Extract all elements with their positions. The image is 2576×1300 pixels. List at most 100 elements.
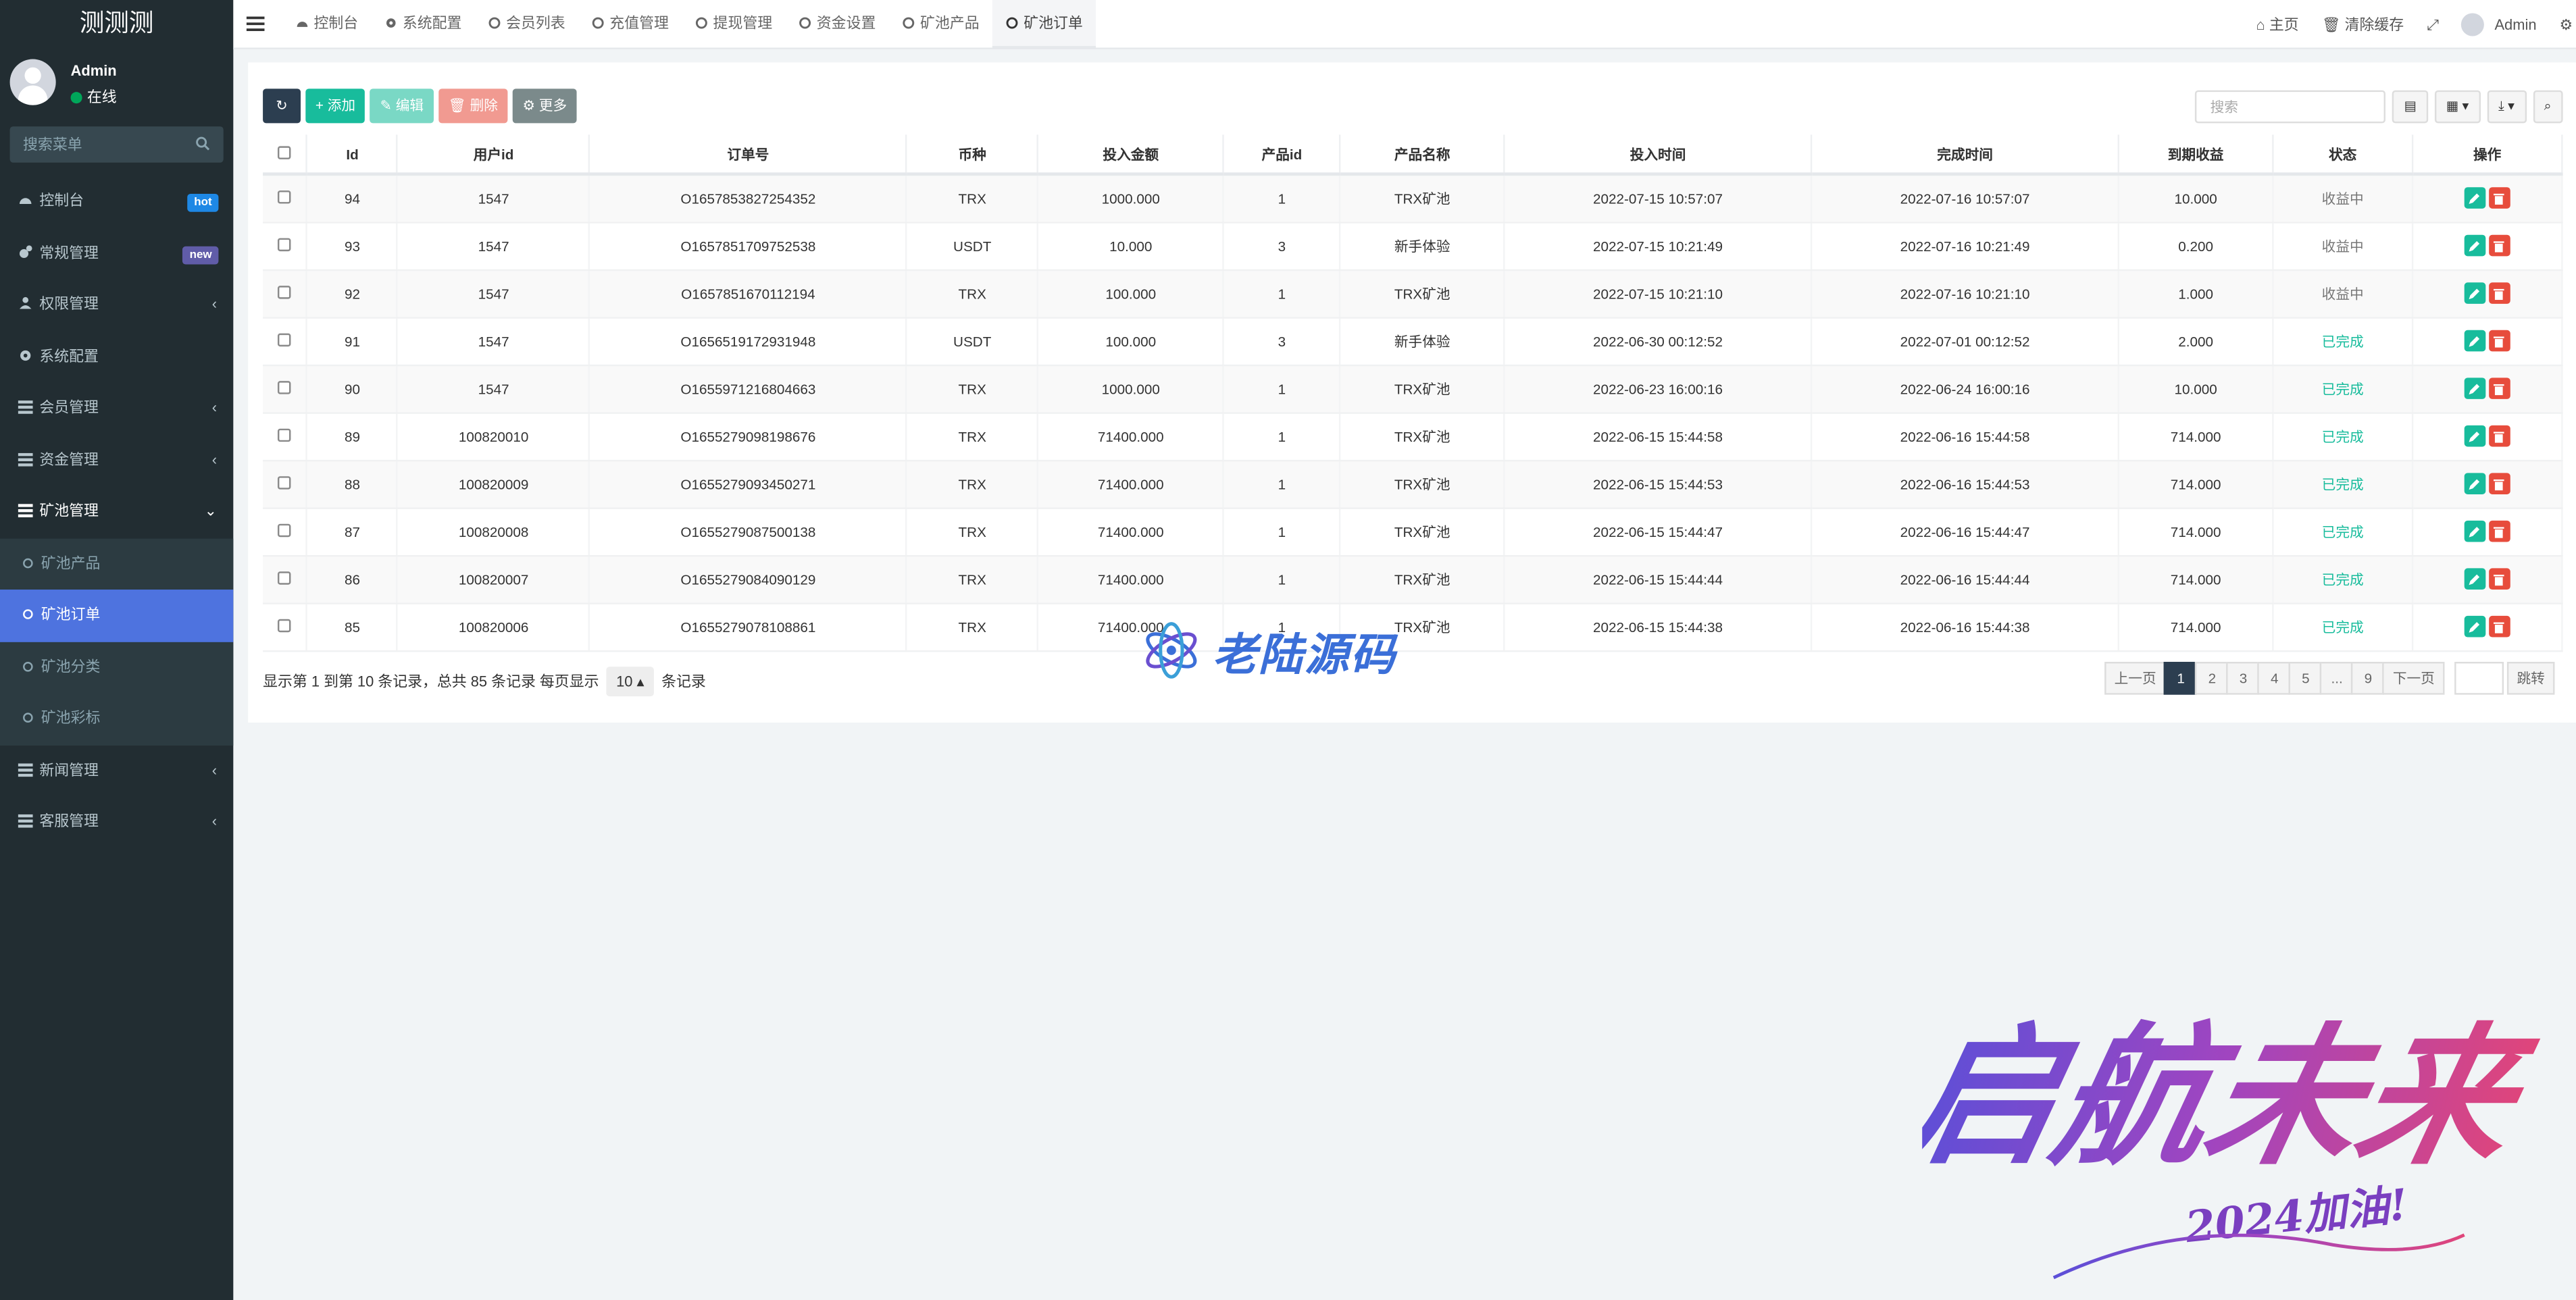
sidebar-item-news[interactable]: 新闻管理 ‹	[0, 745, 233, 797]
row-checkbox[interactable]	[278, 427, 291, 441]
table-row[interactable]: 90 1547 O1655971216804663 TRX 1000.000 1 TRX矿池…	[263, 364, 2563, 413]
app-brand[interactable]: 测测测	[0, 0, 234, 49]
row-delete-button[interactable]	[2489, 234, 2510, 257]
refresh-button[interactable]: ↻	[263, 88, 301, 124]
row-edit-button[interactable]	[2464, 473, 2486, 494]
sidebar-item-pool-categories[interactable]: 矿池分类	[0, 642, 233, 694]
row-edit-button[interactable]	[2464, 234, 2486, 257]
column-header[interactable]: 产品id	[1223, 134, 1341, 176]
add-button[interactable]: + 添加	[305, 88, 365, 124]
row-checkbox[interactable]	[278, 380, 291, 394]
delete-button[interactable]: 🗑 删除	[438, 88, 508, 124]
table-row[interactable]: 88 100820009 O1655279093450271 TRX 71400.000…	[263, 459, 2563, 509]
page-button[interactable]: 2	[2196, 662, 2229, 695]
tab-recharge[interactable]: 充值管理	[578, 0, 682, 49]
export-button[interactable]: ⤓ ▾	[2487, 90, 2526, 124]
prev-page-button[interactable]: 上一页	[2104, 662, 2167, 695]
fullscreen-button[interactable]: ⤢	[2415, 0, 2450, 49]
sidebar-item-pool-tags[interactable]: 矿池彩标	[0, 693, 233, 745]
tab-dashboard[interactable]: 控制台	[282, 0, 371, 49]
page-size-select[interactable]: 10 ▴	[606, 667, 655, 697]
sidebar-item-funds[interactable]: 资金管理 ‹	[0, 434, 233, 486]
page-button[interactable]: 3	[2227, 662, 2260, 695]
column-header[interactable]: 用户id	[397, 134, 591, 176]
row-delete-button[interactable]	[2489, 568, 2510, 590]
row-checkbox[interactable]	[278, 571, 291, 584]
sidebar-item-support[interactable]: 客服管理 ‹	[0, 796, 233, 848]
row-checkbox[interactable]	[278, 523, 291, 536]
select-all-checkbox[interactable]	[278, 145, 291, 159]
column-header[interactable]: 状态	[2273, 134, 2414, 176]
more-button[interactable]: ⚙ 更多	[512, 88, 577, 124]
admin-user-menu[interactable]: Admin	[2450, 0, 2548, 49]
table-row[interactable]: 89 100820010 O1655279098198676 TRX 71400.000…	[263, 412, 2563, 461]
row-delete-button[interactable]	[2489, 378, 2510, 399]
next-page-button[interactable]: 下一页	[2383, 662, 2445, 695]
row-edit-button[interactable]	[2464, 378, 2486, 399]
column-header[interactable]: 订单号	[589, 134, 908, 176]
tab-pool-products[interactable]: 矿池产品	[889, 0, 992, 49]
row-edit-button[interactable]	[2464, 568, 2486, 590]
row-delete-button[interactable]	[2489, 187, 2510, 209]
row-edit-button[interactable]	[2464, 615, 2486, 638]
tab-fund-settings[interactable]: 资金设置	[786, 0, 889, 49]
search-icon[interactable]	[195, 136, 210, 151]
column-header[interactable]: 完成时间	[1811, 134, 2120, 176]
row-checkbox[interactable]	[278, 190, 291, 203]
table-row[interactable]: 93 1547 O1657851709752538 USDT 10.000 3 新手体验 20…	[263, 222, 2563, 271]
row-delete-button[interactable]	[2489, 330, 2510, 352]
sidebar-item-permissions[interactable]: 权限管理 ‹	[0, 279, 233, 331]
sidebar-item-general[interactable]: 常规管理 new	[0, 228, 233, 280]
row-delete-button[interactable]	[2489, 473, 2510, 494]
toggle-card-view-button[interactable]: ▤	[2392, 90, 2428, 124]
table-row[interactable]: 92 1547 O1657851670112194 TRX 100.000 1 TRX矿池 2…	[263, 269, 2563, 318]
table-row[interactable]: 85 100820006 O1655279078108861 TRX 71400.000…	[263, 602, 2563, 652]
jump-button[interactable]: 跳转	[2506, 662, 2555, 695]
table-row[interactable]: 86 100820007 O1655279084090129 TRX 71400.000…	[263, 554, 2563, 604]
home-link[interactable]: ⌂ 主页	[2244, 0, 2310, 49]
page-button[interactable]: 1	[2164, 662, 2198, 695]
column-header[interactable]: Id	[307, 134, 399, 176]
row-checkbox[interactable]	[278, 237, 291, 251]
tab-pool-orders[interactable]: 矿池订单	[992, 0, 1096, 49]
page-button[interactable]: 4	[2258, 662, 2292, 695]
columns-button[interactable]: ▦ ▾	[2434, 90, 2481, 124]
sidebar-item-system-config[interactable]: 系统配置	[0, 331, 233, 383]
sidebar-item-members[interactable]: 会员管理 ‹	[0, 383, 233, 435]
jump-page-input[interactable]	[2454, 662, 2504, 695]
column-header[interactable]: 投入金额	[1038, 134, 1225, 176]
row-checkbox[interactable]	[278, 618, 291, 632]
edit-button[interactable]: ✎ 编辑	[370, 88, 434, 124]
column-header[interactable]: 投入时间	[1504, 134, 1813, 176]
row-delete-button[interactable]	[2489, 425, 2510, 447]
row-edit-button[interactable]	[2464, 330, 2486, 352]
tab-withdraw[interactable]: 提现管理	[682, 0, 785, 49]
hamburger-menu-icon[interactable]	[246, 13, 265, 34]
column-header[interactable]: 币种	[906, 134, 1039, 176]
row-delete-button[interactable]	[2489, 282, 2510, 304]
row-checkbox[interactable]	[278, 284, 291, 298]
table-row[interactable]: 91 1547 O1656519172931948 USDT 100.000 3 新手体验 2…	[263, 317, 2563, 366]
advanced-search-button[interactable]: ⌕	[2532, 90, 2563, 124]
column-header[interactable]: 到期收益	[2118, 134, 2274, 176]
tab-member-list[interactable]: 会员列表	[475, 0, 578, 49]
row-checkbox[interactable]	[278, 475, 291, 489]
row-checkbox[interactable]	[278, 332, 291, 346]
row-edit-button[interactable]	[2464, 425, 2486, 447]
clear-cache-button[interactable]: 🗑 清除缓存	[2310, 0, 2416, 49]
table-row[interactable]: 94 1547 O1657853827254352 TRX 1000.000 1 TRX矿池…	[263, 174, 2563, 223]
page-button[interactable]: 5	[2289, 662, 2323, 695]
sidebar-item-pool-orders[interactable]: 矿池订单	[0, 590, 234, 642]
row-delete-button[interactable]	[2489, 520, 2510, 542]
menu-search-input[interactable]	[9, 126, 191, 163]
row-edit-button[interactable]	[2464, 520, 2486, 542]
table-row[interactable]: 87 100820008 O1655279087500138 TRX 71400.000…	[263, 507, 2563, 556]
search-input[interactable]	[2195, 90, 2386, 124]
row-edit-button[interactable]	[2464, 282, 2486, 304]
settings-button[interactable]: ⚙	[2548, 0, 2576, 49]
sidebar-item-pool-products[interactable]: 矿池产品	[0, 538, 233, 590]
row-edit-button[interactable]	[2464, 187, 2486, 209]
column-header[interactable]: 产品名称	[1340, 134, 1505, 176]
page-button[interactable]: 9	[2352, 662, 2385, 695]
row-delete-button[interactable]	[2489, 615, 2510, 638]
